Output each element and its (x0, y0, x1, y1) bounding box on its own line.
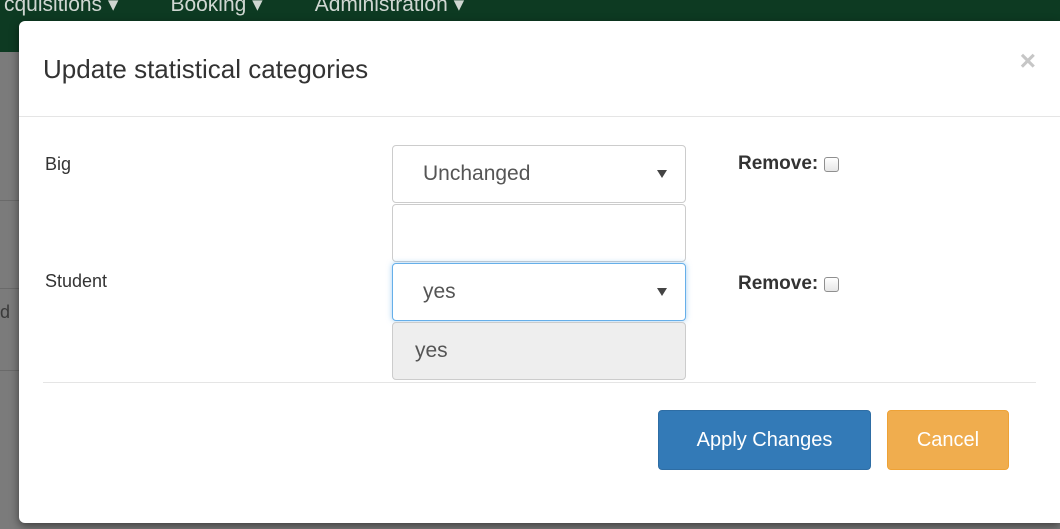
update-stat-categories-modal: Update statistical categories × Big Unch… (19, 21, 1060, 523)
modal-footer-divider (43, 382, 1036, 383)
student-select[interactable]: yes (392, 263, 686, 321)
background-divider (0, 370, 20, 371)
background-divider (0, 288, 20, 289)
nav-administration: Administration ▾ (314, 0, 465, 16)
nav-booking: Booking ▾ (170, 0, 263, 16)
modal-header: Update statistical categories × (19, 21, 1060, 117)
background-text: d (0, 302, 11, 322)
big-select[interactable]: Unchanged (392, 145, 686, 203)
big-remove-checkbox[interactable] (824, 156, 840, 172)
background-nav-items: cquisitions ▾ Booking ▾ Administration ▾ (0, 0, 464, 22)
big-select-value: Unchanged (423, 162, 531, 185)
background-divider (0, 200, 20, 201)
stat-label-big: Big (45, 154, 72, 174)
chevron-down-icon (657, 170, 667, 178)
apply-changes-button[interactable]: Apply Changes (658, 410, 871, 470)
student-remove-checkbox[interactable] (824, 276, 840, 292)
cancel-button[interactable]: Cancel (887, 410, 1009, 470)
student-value-readonly: yes (392, 322, 686, 380)
close-icon[interactable]: × (1020, 47, 1036, 75)
remove-label: Remove: (738, 273, 819, 294)
student-select-value: yes (423, 280, 456, 303)
student-remove: Remove: (738, 273, 840, 295)
nav-acquisitions: cquisitions ▾ (4, 0, 119, 16)
stat-label-student: Student (45, 271, 108, 291)
chevron-down-icon (657, 288, 667, 296)
big-entry-input[interactable] (392, 204, 686, 262)
big-remove: Remove: (738, 153, 840, 175)
modal-title: Update statistical categories (43, 54, 369, 84)
remove-label: Remove: (738, 153, 819, 174)
student-readonly-value: yes (415, 339, 448, 362)
